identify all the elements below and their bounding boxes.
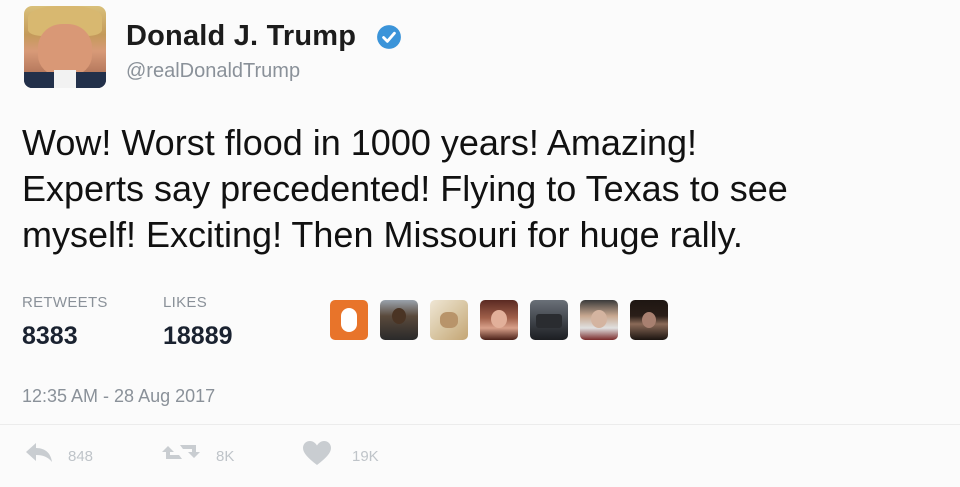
likes-count[interactable]: 18889 bbox=[163, 322, 233, 351]
liker-avatar[interactable] bbox=[330, 300, 368, 340]
heart-icon bbox=[303, 441, 331, 465]
user-name[interactable]: Donald J. Trump bbox=[126, 20, 356, 53]
reply-count: 848 bbox=[68, 448, 94, 465]
verified-badge-icon bbox=[377, 25, 401, 49]
tweet-text: Wow! Worst flood in 1000 years! Amazing!… bbox=[22, 122, 788, 255]
liker-avatar[interactable] bbox=[480, 300, 518, 340]
liker-avatar[interactable] bbox=[630, 300, 668, 340]
liker-avatar[interactable] bbox=[530, 300, 568, 340]
user-handle[interactable]: @realDonaldTrump bbox=[126, 60, 300, 83]
tweet-card: Donald J. Trump @realDonaldTrump Wow! Wo… bbox=[0, 0, 960, 487]
avatar-collar bbox=[54, 70, 76, 88]
liker-avatar[interactable] bbox=[430, 300, 468, 340]
retweet-count: 8K bbox=[216, 448, 235, 465]
like-count: 19K bbox=[352, 448, 379, 465]
likes-label[interactable]: LIKES bbox=[163, 294, 207, 311]
avatar-face bbox=[38, 24, 92, 76]
reply-icon bbox=[26, 443, 52, 462]
retweet-icon bbox=[162, 445, 200, 459]
liker-avatar[interactable] bbox=[380, 300, 418, 340]
retweets-label[interactable]: RETWEETS bbox=[22, 294, 108, 311]
liker-avatar[interactable] bbox=[580, 300, 618, 340]
tweet-timestamp[interactable]: 12:35 AM - 28 Aug 2017 bbox=[22, 386, 215, 407]
retweets-count[interactable]: 8383 bbox=[22, 322, 78, 351]
avatar[interactable] bbox=[24, 6, 106, 88]
divider bbox=[0, 424, 960, 425]
